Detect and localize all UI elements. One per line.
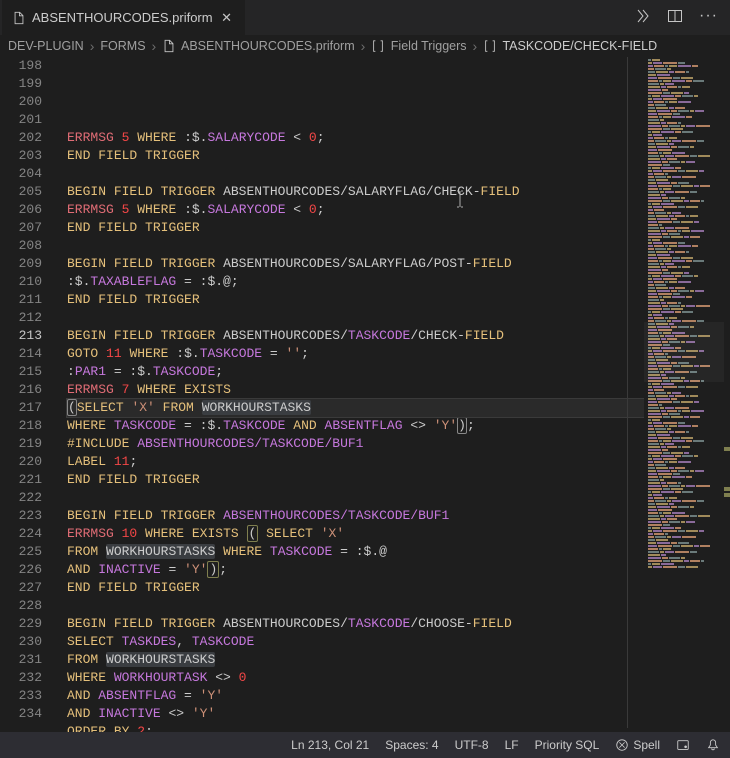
close-icon[interactable]: ✕ <box>219 10 235 26</box>
chevron-right-icon: › <box>359 38 368 54</box>
status-eol[interactable]: LF <box>505 738 519 752</box>
overview-marker <box>724 487 730 491</box>
breadcrumbs[interactable]: DEV-PLUGIN › FORMS › ABSENTHOURCODES.pri… <box>0 35 730 57</box>
chevron-right-icon: › <box>150 38 159 54</box>
status-spaces[interactable]: Spaces: 4 <box>385 738 438 752</box>
overview-ruler[interactable] <box>724 57 730 728</box>
status-notifications-icon[interactable] <box>676 738 690 752</box>
breadcrumb-item[interactable]: ABSENTHOURCODES.priform <box>162 39 354 54</box>
breadcrumb-item[interactable]: TASKCODE/CHECK-FIELD <box>483 39 657 54</box>
minimap-viewport[interactable] <box>644 322 724 382</box>
minimap[interactable] <box>644 57 724 728</box>
breadcrumb-item[interactable]: FORMS <box>100 39 145 53</box>
status-position[interactable]: Ln 213, Col 21 <box>291 738 369 752</box>
chevron-right-icon: › <box>88 38 97 54</box>
status-spell[interactable]: Spell <box>615 738 660 752</box>
status-encoding[interactable]: UTF-8 <box>455 738 489 752</box>
status-language[interactable]: Priority SQL <box>535 738 600 752</box>
split-editor-icon[interactable] <box>667 8 683 27</box>
editor-area[interactable]: 1981992002012022032042052062072082092102… <box>0 57 730 728</box>
chevron-right-icon: › <box>471 38 480 54</box>
overview-marker <box>724 447 730 451</box>
overview-marker <box>724 493 730 497</box>
file-icon <box>12 11 26 25</box>
tab-title: ABSENTHOURCODES.priform <box>32 10 213 25</box>
tab-bar: ABSENTHOURCODES.priform ✕ ··· <box>0 0 730 35</box>
brackets-icon <box>371 39 385 53</box>
code-content[interactable]: ERRMSG 5 WHERE :$.SALARYCODE < 0;END FIE… <box>57 57 730 728</box>
editor-tab[interactable]: ABSENTHOURCODES.priform ✕ <box>2 0 246 35</box>
status-bell-icon[interactable] <box>706 738 720 752</box>
ruler <box>627 57 628 728</box>
more-actions-icon[interactable]: ··· <box>699 8 718 27</box>
tab-actions: ··· <box>635 8 722 27</box>
breadcrumb-item[interactable]: Field Triggers <box>371 39 466 54</box>
run-icon[interactable] <box>635 8 651 27</box>
brackets-icon <box>483 39 497 53</box>
line-number-gutter: 1981992002012022032042052062072082092102… <box>0 57 57 728</box>
breadcrumb-item[interactable]: DEV-PLUGIN <box>8 39 84 53</box>
status-bar: Ln 213, Col 21 Spaces: 4 UTF-8 LF Priori… <box>0 732 730 758</box>
file-icon <box>162 39 176 53</box>
